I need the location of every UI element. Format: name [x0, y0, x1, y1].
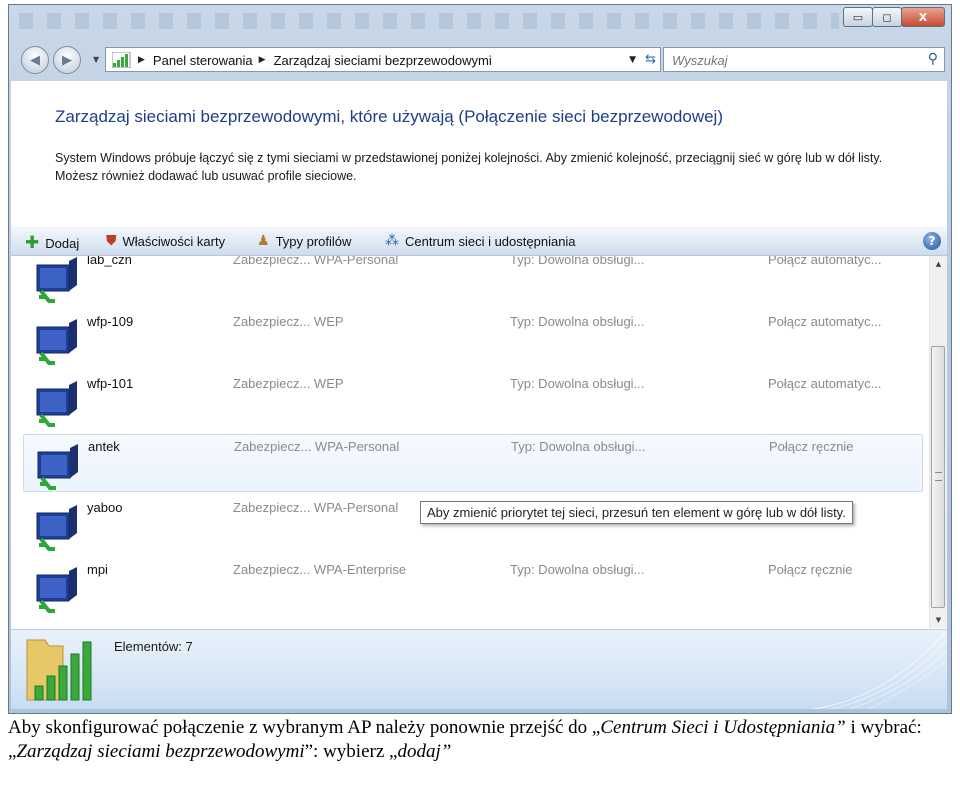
- network-type: Typ: Dowolna obsługi...: [510, 562, 645, 577]
- scroll-up-icon[interactable]: ▲: [930, 256, 947, 272]
- wireless-network-icon: [36, 319, 77, 365]
- back-button[interactable]: ◀: [21, 46, 49, 74]
- close-button[interactable]: X: [901, 7, 945, 27]
- network-name: mpi: [87, 562, 108, 577]
- network-security: Zabezpiecz... WEP: [233, 314, 344, 329]
- details-pane: Elementów: 7: [11, 629, 947, 709]
- items-count: Elementów: 7: [114, 639, 193, 654]
- scroll-down-icon[interactable]: ▼: [930, 612, 947, 628]
- title-bar-background: [19, 13, 839, 29]
- profile-types-label: Typy profilów: [275, 233, 352, 249]
- help-icon[interactable]: ?: [923, 232, 941, 250]
- add-button[interactable]: ✚ Dodaj: [25, 233, 79, 253]
- network-security: Zabezpiecz... WPA-Personal: [234, 439, 400, 454]
- caption-part: Aby skonfigurować połączenie z wybranym …: [8, 717, 601, 738]
- network-name: wfp-109: [87, 314, 134, 329]
- adapter-properties-button[interactable]: ⛊ Właściwości karty: [106, 233, 225, 249]
- app-window: ▭ ◻ X ◀ ▶ ▼ ▶ Panel sterowania ▶ Zarządz…: [8, 4, 952, 714]
- network-row[interactable]: lab_czn Zabezpiecz... WPA-Personal Typ: …: [23, 256, 923, 306]
- navigation-bar: ◀ ▶ ▼ ▶ Panel sterowania ▶ Zarządzaj sie…: [9, 43, 951, 77]
- network-type: Typ: Dowolna obsługi...: [510, 256, 645, 267]
- caption-emphasis: Zarządzaj sieciami bezprzewodowymi: [16, 741, 305, 762]
- maximize-button[interactable]: ◻: [872, 7, 902, 27]
- network-connect-mode: Połącz automatyc...: [768, 256, 882, 267]
- command-bar: ✚ Dodaj ⛊ Właściwości karty ♟ Typy profi…: [11, 227, 947, 256]
- network-type: Typ: Dowolna obsługi...: [510, 376, 645, 391]
- network-name: lab_czn: [87, 256, 132, 267]
- chevron-right-icon: ▶: [138, 55, 145, 65]
- caption-emphasis: Centrum Sieci i Udostępniania”: [600, 717, 846, 738]
- plus-icon: ✚: [25, 233, 40, 253]
- network-list[interactable]: lab_czn Zabezpiecz... WPA-Personal Typ: …: [11, 256, 947, 628]
- network-connect-mode: Połącz ręcznie: [768, 562, 853, 577]
- network-row[interactable]: wfp-101 Zabezpiecz... WEP Typ: Dowolna o…: [23, 372, 923, 430]
- network-security: Zabezpiecz... WPA-Personal: [233, 500, 399, 515]
- shield-icon: ⛊: [106, 233, 117, 249]
- network-security: Zabezpiecz... WEP: [233, 376, 344, 391]
- network-connect-mode: Połącz ręcznie: [769, 439, 854, 454]
- network-security: Zabezpiecz... WPA-Personal: [233, 256, 399, 267]
- profile-types-button[interactable]: ♟ Typy profilów: [257, 233, 351, 249]
- wireless-networks-folder-icon: [26, 639, 92, 701]
- search-input[interactable]: [670, 52, 914, 69]
- caption-part: ”: wybierz „: [304, 741, 398, 762]
- breadcrumb-manage-wireless[interactable]: Zarządzaj sieciami bezprzewodowymi: [274, 53, 492, 68]
- network-rows: lab_czn Zabezpiecz... WPA-Personal Typ: …: [23, 256, 925, 628]
- recent-pages-dropdown[interactable]: ▼: [93, 55, 99, 64]
- breadcrumb-control-panel[interactable]: Panel sterowania: [153, 53, 253, 68]
- network-center-button[interactable]: ⁂ Centrum sieci i udostępniania: [385, 233, 576, 249]
- drag-hint-tooltip: Aby zmienić priorytet tej sieci, przesuń…: [420, 501, 853, 524]
- network-type: Typ: Dowolna obsługi...: [511, 439, 646, 454]
- network-row[interactable]: mpi Zabezpiecz... WPA-Enterprise Typ: Do…: [23, 558, 923, 616]
- caption-text: Aby skonfigurować połączenie z wybranym …: [8, 716, 952, 764]
- page-description: System Windows próbuje łączyć się z tymi…: [55, 151, 883, 183]
- wireless-network-icon: [36, 257, 77, 303]
- wireless-network-icon: [37, 444, 78, 490]
- network-icon: ⁂: [385, 233, 399, 249]
- forward-button[interactable]: ▶: [53, 46, 81, 74]
- caption-emphasis: dodaj”: [397, 741, 452, 762]
- address-bar[interactable]: ▶ Panel sterowania ▶ Zarządzaj sieciami …: [105, 47, 661, 72]
- search-box[interactable]: ⚲: [663, 47, 945, 72]
- address-dropdown-icon[interactable]: ▼: [629, 55, 636, 65]
- chevron-right-icon: ▶: [258, 55, 266, 65]
- page-title: Zarządzaj sieciami bezprzewodowymi, któr…: [55, 107, 723, 126]
- network-row-selected[interactable]: antek Zabezpiecz... WPA-Personal Typ: Do…: [23, 434, 923, 492]
- adapter-properties-label: Właściwości karty: [122, 233, 226, 249]
- network-bars-icon: [112, 52, 131, 68]
- refresh-icon[interactable]: ⇆: [645, 52, 656, 67]
- header-area: Zarządzaj sieciami bezprzewodowymi, któr…: [11, 81, 947, 227]
- network-connect-mode: Połącz automatyc...: [768, 376, 882, 391]
- scrollbar-thumb[interactable]: [931, 346, 945, 608]
- arrow-right-icon: ▶: [62, 52, 72, 68]
- wireless-network-icon: [36, 505, 77, 551]
- network-type: Typ: Dowolna obsługi...: [510, 314, 645, 329]
- network-name: yaboo: [87, 500, 123, 515]
- network-security: Zabezpiecz... WPA-Enterprise: [233, 562, 407, 577]
- arrow-left-icon: ◀: [30, 52, 40, 68]
- user-icon: ♟: [257, 233, 270, 249]
- breadcrumb: ▶ Panel sterowania ▶ Zarządzaj sieciami …: [112, 52, 492, 68]
- add-button-label: Dodaj: [45, 235, 80, 251]
- wireless-network-icon: [36, 381, 77, 427]
- search-icon[interactable]: ⚲: [928, 51, 938, 67]
- network-connect-mode: Połącz automatyc...: [768, 314, 882, 329]
- network-row[interactable]: wfp-109 Zabezpiecz... WEP Typ: Dowolna o…: [23, 310, 923, 368]
- network-center-label: Centrum sieci i udostępniania: [405, 233, 576, 249]
- vertical-scrollbar[interactable]: ▲ ▼: [929, 256, 947, 628]
- window-controls: ▭ ◻ X: [843, 7, 945, 27]
- main-content: Zarządzaj sieciami bezprzewodowymi, któr…: [11, 81, 947, 709]
- title-bar[interactable]: ▭ ◻ X: [9, 5, 951, 35]
- network-name: wfp-101: [87, 376, 134, 391]
- decorative-swoosh: [810, 630, 947, 709]
- minimize-button[interactable]: ▭: [843, 7, 873, 27]
- network-name: antek: [88, 439, 120, 454]
- wireless-network-icon: [36, 567, 77, 613]
- grip-icon: [935, 472, 942, 481]
